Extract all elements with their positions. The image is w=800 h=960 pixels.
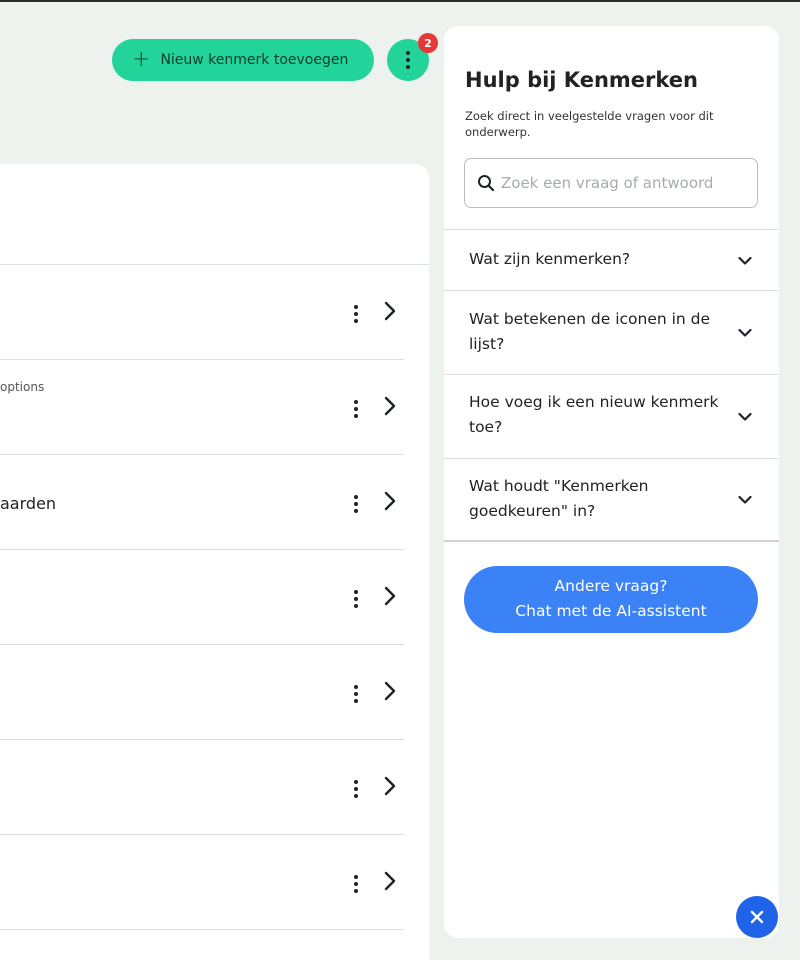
list-item[interactable] bbox=[0, 835, 404, 930]
chevron-down-icon bbox=[738, 256, 752, 265]
ai-chat-button[interactable]: Andere vraag? Chat met de AI-assistent bbox=[464, 566, 758, 633]
list-item[interactable] bbox=[0, 265, 404, 360]
notification-badge: 2 bbox=[418, 33, 438, 53]
kebab-icon[interactable] bbox=[354, 305, 358, 323]
help-panel: Hulp bij Kenmerken Zoek direct in veelge… bbox=[444, 26, 779, 938]
faq-question: Wat zijn kenmerken? bbox=[469, 250, 631, 268]
chevron-right-icon[interactable] bbox=[384, 586, 396, 606]
faq-divider bbox=[444, 540, 779, 542]
chevron-right-icon[interactable] bbox=[384, 681, 396, 701]
ai-chat-line2: Chat met de AI-assistent bbox=[515, 602, 707, 620]
help-title: Hulp bij Kenmerken bbox=[465, 68, 698, 92]
list-header bbox=[0, 164, 429, 265]
faq-item[interactable]: Wat zijn kenmerken? bbox=[444, 229, 779, 290]
close-icon bbox=[750, 910, 764, 924]
list-item-sub: options bbox=[0, 380, 45, 394]
chevron-right-icon[interactable] bbox=[384, 491, 396, 511]
faq-item[interactable]: Wat houdt "Kenmerken goedkeuren" in? bbox=[444, 458, 779, 540]
faq-question: Hoe voeg ik een nieuw kenmerk toe? bbox=[469, 393, 719, 436]
list-item-label: aarden bbox=[0, 494, 57, 513]
chevron-down-icon bbox=[738, 412, 752, 421]
add-attribute-button[interactable]: + Nieuw kenmerk toevoegen bbox=[112, 39, 374, 81]
kebab-icon[interactable] bbox=[354, 685, 358, 703]
help-description: Zoek direct in veelgestelde vragen voor … bbox=[465, 109, 714, 139]
search-input[interactable] bbox=[501, 174, 741, 192]
top-border bbox=[0, 0, 800, 2]
chevron-right-icon[interactable] bbox=[384, 776, 396, 796]
ai-chat-line1: Andere vraag? bbox=[554, 577, 668, 595]
chevron-down-icon bbox=[738, 495, 752, 504]
list-item[interactable] bbox=[0, 645, 404, 740]
kebab-icon[interactable] bbox=[354, 495, 358, 513]
chevron-right-icon[interactable] bbox=[384, 396, 396, 416]
faq-question: Wat betekenen de iconen in de lijst? bbox=[469, 310, 711, 353]
list-item[interactable]: aarden bbox=[0, 455, 404, 550]
attribute-list: options aarden bbox=[0, 164, 429, 960]
search-icon bbox=[478, 175, 495, 192]
list-item[interactable] bbox=[0, 550, 404, 645]
kebab-icon[interactable] bbox=[354, 780, 358, 798]
chevron-down-icon bbox=[738, 328, 752, 337]
faq-search[interactable] bbox=[464, 158, 758, 208]
plus-icon: + bbox=[132, 47, 151, 72]
chevron-right-icon[interactable] bbox=[384, 301, 396, 321]
chevron-right-icon[interactable] bbox=[384, 871, 396, 891]
add-attribute-label: Nieuw kenmerk toevoegen bbox=[160, 52, 349, 68]
faq-question: Wat houdt "Kenmerken goedkeuren" in? bbox=[469, 477, 649, 520]
list-item[interactable]: options bbox=[0, 360, 404, 455]
faq-item[interactable]: Hoe voeg ik een nieuw kenmerk toe? bbox=[444, 374, 779, 458]
kebab-icon[interactable] bbox=[354, 590, 358, 608]
kebab-icon bbox=[406, 51, 410, 69]
kebab-icon[interactable] bbox=[354, 400, 358, 418]
close-help-button[interactable] bbox=[736, 896, 778, 938]
kebab-icon[interactable] bbox=[354, 875, 358, 893]
list-item[interactable] bbox=[0, 740, 404, 835]
faq-item[interactable]: Wat betekenen de iconen in de lijst? bbox=[444, 290, 779, 374]
